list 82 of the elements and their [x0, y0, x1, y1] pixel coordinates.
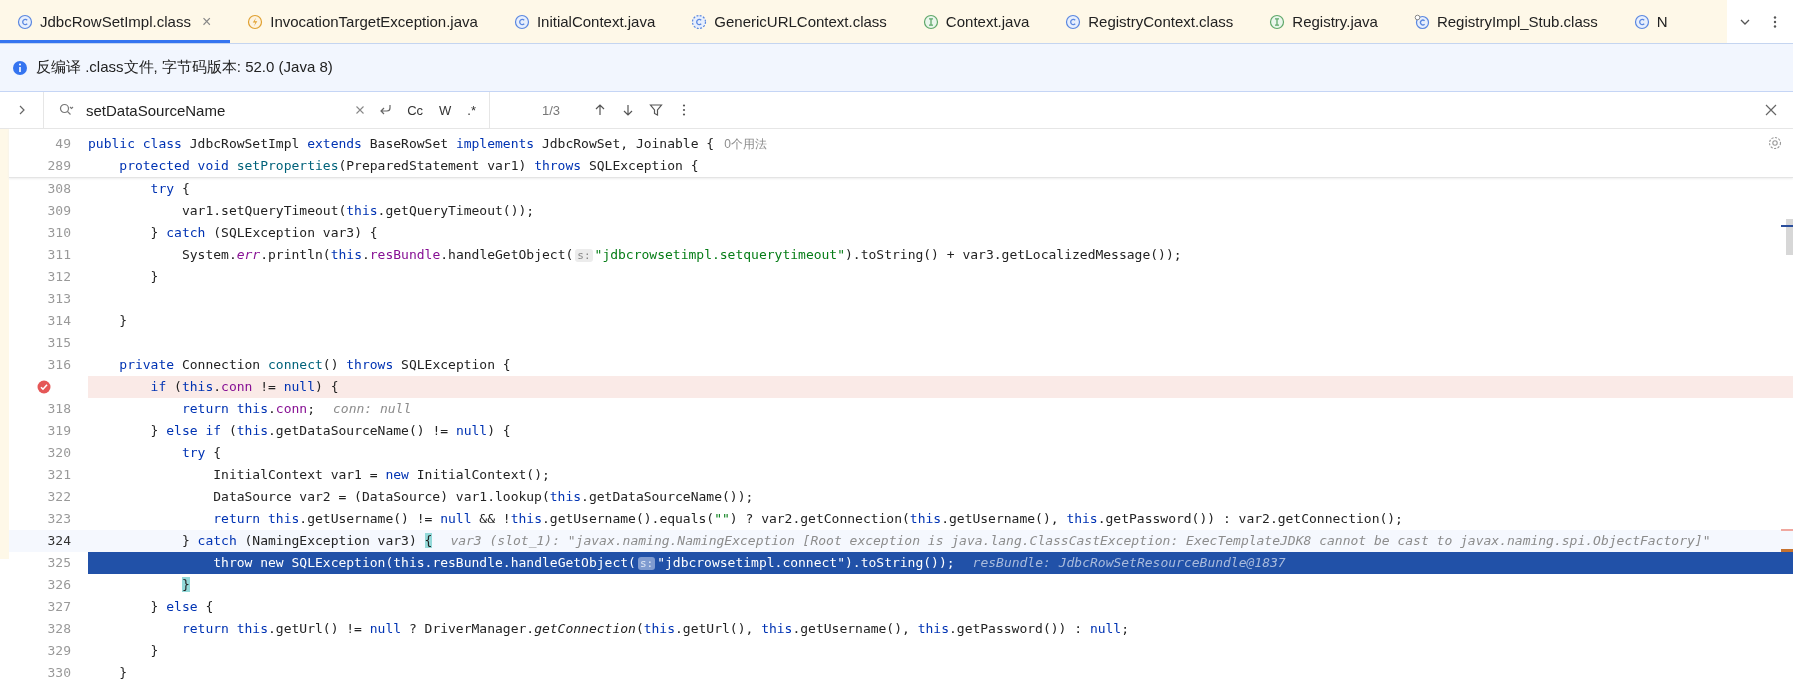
line-number: 308	[47, 181, 71, 196]
stripe-mark	[1781, 549, 1793, 552]
line-number: 315	[47, 335, 71, 350]
editor-tab[interactable]: Context.java	[905, 0, 1049, 43]
class-icon	[1633, 13, 1650, 30]
code-line: }	[118, 312, 128, 330]
interface-icon	[922, 13, 939, 30]
code-line: public class JdbcRowSetImpl extends BaseRowSet implements JdbcRowSet, Joinable {	[88, 135, 715, 153]
code-line: return this.getUsername() != null && !this.getUsername().equals("") ? var2.getConnection(this.getUsername(), this.getPassword()) : var2.getConnection();	[212, 510, 1403, 528]
code-line: DataSource var2 = (DataSource) var1.lookup(this.getDataSourceName());	[212, 488, 754, 506]
line-number: 289	[47, 158, 71, 173]
line-number: 323	[47, 511, 71, 526]
line-number: 328	[47, 621, 71, 636]
inlay-hint: resBundle: JdbcRowSetResourceBundle@1837	[972, 554, 1286, 572]
code-line: if (this.conn != null) {	[149, 378, 339, 396]
line-number: 49	[55, 136, 71, 151]
line-number: 330	[47, 665, 71, 680]
decompiled-notice: 反编译 .class文件, 字节码版本: 52.0 (Java 8)	[36, 58, 333, 77]
line-number: 320	[47, 445, 71, 460]
editor-tab[interactable]: InitialContext.java	[496, 0, 675, 43]
line-number: 311	[47, 247, 71, 262]
line-number: 314	[47, 313, 71, 328]
class-icon	[691, 13, 708, 30]
code-line: System.err.println(this.resBundle.handleGetObject( s: "jdbcrowsetimpl.setquerytimeout").toString() + var3.getLocalizedMessage());	[180, 245, 1182, 264]
search-field[interactable]: setDataSourceName Cc W .*	[44, 92, 490, 128]
lightning-icon	[247, 13, 264, 30]
line-number: 310	[47, 225, 71, 240]
editor-tab[interactable]: Registry.java	[1252, 0, 1397, 43]
code-line: InitialContext var1 = new InitialContext();	[212, 466, 550, 484]
code-line: } else if (this.getDataSourceName() != null) {	[149, 422, 511, 440]
match-count: 1/3	[542, 102, 562, 118]
inlay-hint: conn: null	[333, 400, 412, 418]
editor-tab[interactable]: InvocationTargetException.java	[230, 0, 497, 43]
class-icon	[17, 13, 33, 30]
breakpoint-icon[interactable]	[37, 380, 51, 394]
settings-icon[interactable]	[1767, 135, 1783, 151]
line-number: 312	[47, 269, 71, 284]
class-icon	[1065, 13, 1082, 30]
code-line: }	[149, 642, 159, 660]
editor-tab[interactable]: RegistryContext.class	[1048, 0, 1253, 43]
code-line: } else {	[149, 598, 214, 616]
inlay-hint: var3 (slot_1): "javax.naming.NamingException [Root exception is java.lang.ClassCastException: ExecTemplateJDK8 cannot be cast to javax.naming.spi.ObjectFactory]"	[450, 532, 1711, 550]
line-number: 327	[47, 599, 71, 614]
line-number: 313	[47, 291, 71, 306]
line-number: 309	[47, 203, 71, 218]
code-line: } catch (SQLException var3) {	[149, 224, 378, 242]
class-icon	[1413, 13, 1430, 30]
code-line: var1.setQueryTimeout(this.getQueryTimeout());	[180, 202, 535, 220]
filter-icon[interactable]	[648, 102, 664, 118]
line-number: 326	[47, 577, 71, 592]
line-number: 316	[47, 357, 71, 372]
code-line: try {	[149, 180, 190, 198]
class-icon	[513, 13, 530, 30]
code-line: } catch (NamingException var3) {	[180, 532, 433, 550]
code-line: try {	[180, 444, 222, 462]
editor-tab[interactable]: GenericURLContext.class	[674, 0, 906, 43]
line-number: 324	[47, 533, 71, 548]
line-number: 319	[47, 423, 71, 438]
interface-icon	[1269, 13, 1286, 30]
code-line: private Connection connect() throws SQLException {	[118, 356, 511, 374]
line-number: 322	[47, 489, 71, 504]
line-number: 321	[47, 467, 71, 482]
code-line: return this.conn;	[180, 400, 315, 418]
stripe-mark	[1781, 529, 1793, 531]
code-line: throw new SQLException(this.resBundle.handleGetObject( s: "jdbcrowsetimpl.connect").toString());	[212, 553, 955, 572]
stripe-mark	[1781, 225, 1793, 227]
code-line: }	[149, 268, 159, 286]
line-number: 318	[47, 401, 71, 416]
code-line: }	[118, 664, 128, 682]
search-option-toggle[interactable]: .*	[464, 102, 479, 118]
editor-tab[interactable]: RegistryImpl_Stub.class	[1396, 0, 1617, 43]
code-line: return this.getUrl() != null ? DriverManager.getConnection(this.getUrl(), this.getUsername(), this.getPassword()) : null;	[180, 620, 1129, 638]
close-icon[interactable]	[1763, 102, 1779, 118]
search-option-toggle[interactable]: W	[436, 102, 455, 118]
line-number: 325	[47, 555, 71, 570]
editor-tab[interactable]: N	[1616, 0, 1687, 43]
code-line: protected void setProperties(PreparedStatement var1) throws SQLException {	[118, 157, 699, 175]
usage-hint[interactable]: 0个用法	[724, 133, 767, 155]
line-number: 329	[47, 643, 71, 658]
search-option-toggle[interactable]: Cc	[404, 102, 427, 118]
info-icon	[12, 59, 28, 76]
scrollbar-thumb[interactable]	[1786, 219, 1793, 255]
